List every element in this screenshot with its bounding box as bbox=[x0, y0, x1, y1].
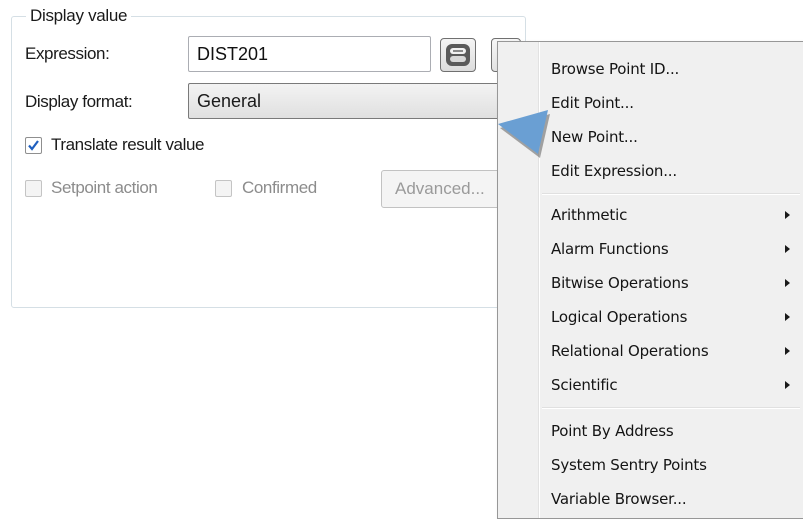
menu-item-label: Logical Operations bbox=[551, 308, 688, 326]
menu-item-system-sentry-points[interactable]: System Sentry Points bbox=[498, 448, 803, 482]
menu-item-browse-point-id[interactable]: Browse Point ID... bbox=[498, 52, 803, 86]
point-browser-button[interactable] bbox=[440, 38, 476, 72]
translate-checkbox[interactable] bbox=[25, 137, 42, 154]
checkmark-icon bbox=[28, 140, 39, 151]
menu-item-arithmetic[interactable]: Arithmetic bbox=[498, 198, 803, 232]
confirmed-checkbox[interactable] bbox=[215, 180, 232, 197]
advanced-button-label: Advanced... bbox=[395, 179, 485, 198]
group-title: Display value bbox=[26, 6, 132, 26]
menu-item-label: Variable Browser... bbox=[551, 490, 687, 508]
menu-item-logical-operations[interactable]: Logical Operations bbox=[498, 300, 803, 334]
menu-item-label: Edit Point... bbox=[551, 94, 634, 112]
submenu-arrow-icon bbox=[785, 313, 790, 321]
setpoint-action-checkbox[interactable] bbox=[25, 180, 42, 197]
menu-item-alarm-functions[interactable]: Alarm Functions bbox=[498, 232, 803, 266]
mouse-cursor-icon bbox=[498, 110, 550, 158]
menu-item-point-by-address[interactable]: Point By Address bbox=[498, 414, 803, 448]
menu-item-relational-operations[interactable]: Relational Operations bbox=[498, 334, 803, 368]
advanced-button[interactable]: Advanced... bbox=[381, 170, 511, 208]
submenu-arrow-icon bbox=[785, 381, 790, 389]
expression-field-box bbox=[188, 36, 431, 72]
menu-item-edit-expression[interactable]: Edit Expression... bbox=[498, 154, 803, 188]
database-icon bbox=[446, 44, 470, 66]
menu-separator bbox=[542, 407, 800, 409]
display-format-value: General bbox=[197, 91, 262, 111]
menu-item-label: New Point... bbox=[551, 128, 638, 146]
menu-item-variable-browser[interactable]: Variable Browser... bbox=[498, 482, 803, 516]
menu-item-label: Scientific bbox=[551, 376, 618, 394]
setpoint-action-label: Setpoint action bbox=[51, 178, 158, 197]
menu-item-bitwise-operations[interactable]: Bitwise Operations bbox=[498, 266, 803, 300]
confirmed-label: Confirmed bbox=[242, 178, 317, 197]
display-format-select[interactable]: General bbox=[188, 83, 508, 119]
expression-label: Expression: bbox=[25, 44, 110, 63]
menu-item-label: Browse Point ID... bbox=[551, 60, 680, 78]
submenu-arrow-icon bbox=[785, 211, 790, 219]
submenu-arrow-icon bbox=[785, 279, 790, 287]
menu-item-label: Alarm Functions bbox=[551, 240, 669, 258]
submenu-arrow-icon bbox=[785, 245, 790, 253]
menu-separator bbox=[542, 193, 800, 195]
expression-input[interactable] bbox=[189, 37, 430, 71]
menu-item-label: Relational Operations bbox=[551, 342, 709, 360]
menu-item-label: Edit Expression... bbox=[551, 162, 677, 180]
menu-item-label: Point By Address bbox=[551, 422, 674, 440]
display-format-label: Display format: bbox=[25, 92, 133, 111]
menu-item-label: Arithmetic bbox=[551, 206, 628, 224]
menu-item-scientific[interactable]: Scientific bbox=[498, 368, 803, 402]
menu-item-label: Bitwise Operations bbox=[551, 274, 689, 292]
menu-item-label: System Sentry Points bbox=[551, 456, 707, 474]
translate-label: Translate result value bbox=[51, 135, 205, 154]
submenu-arrow-icon bbox=[785, 347, 790, 355]
